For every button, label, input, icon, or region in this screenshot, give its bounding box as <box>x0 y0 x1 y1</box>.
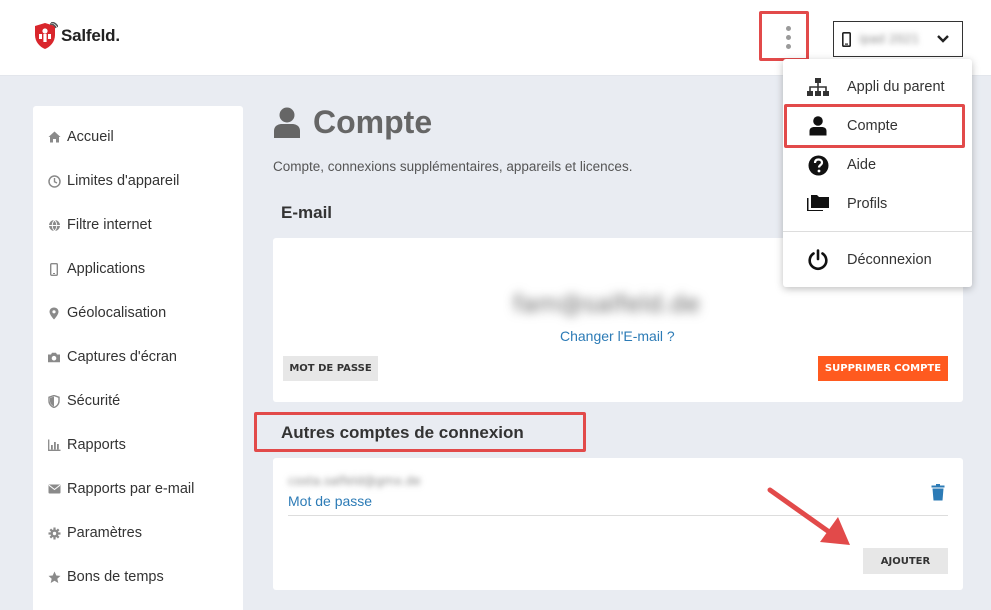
camera-icon <box>47 350 61 364</box>
chevron-down-icon <box>937 35 949 43</box>
salfeld-shield-icon <box>35 22 58 49</box>
sidebar-item-label: Sécurité <box>67 393 121 409</box>
more-menu-button[interactable] <box>773 22 803 52</box>
device-select[interactable]: ipad 2021 <box>833 21 963 57</box>
sidebar-item-limites[interactable]: Limites d'appareil <box>47 169 179 193</box>
envelope-icon <box>47 482 61 496</box>
sidebar-item-geolocalisation[interactable]: Géolocalisation <box>47 301 166 325</box>
gear-icon <box>47 526 61 540</box>
other-account-password-link[interactable]: Mot de passe <box>288 493 372 509</box>
menu-item-label: Aide <box>847 157 877 173</box>
page-title-text: Compte <box>313 104 433 140</box>
globe-icon <box>47 218 61 232</box>
trash-icon[interactable] <box>931 484 945 501</box>
page-title: Compte <box>273 104 432 141</box>
sidebar-item-accueil[interactable]: Accueil <box>47 125 114 149</box>
home-icon <box>47 130 61 144</box>
menu-divider <box>783 231 972 232</box>
sidebar-item-applications[interactable]: Applications <box>47 257 145 281</box>
smartphone-icon <box>842 31 851 47</box>
user-icon <box>274 107 300 138</box>
kebab-dot-icon <box>785 34 791 40</box>
sidebar-nav: Accueil Limites d'appareil Filtre intern… <box>33 106 243 610</box>
sidebar-item-label: Accueil <box>67 129 114 145</box>
salfeld-logo[interactable]: Salfeld. <box>32 22 120 50</box>
sitemap-icon <box>807 76 829 98</box>
phone-icon <box>47 262 61 276</box>
menu-item-label: Compte <box>847 118 898 134</box>
folders-icon <box>807 193 829 215</box>
sidebar-item-label: Applications <box>67 261 146 277</box>
page-description: Compte, connexions supplémentaires, appa… <box>273 159 633 174</box>
shield-icon <box>47 394 61 408</box>
sidebar-item-rapports-email[interactable]: Rapports par e-mail <box>47 477 194 501</box>
sidebar-item-rapports[interactable]: Rapports <box>47 433 126 457</box>
power-icon <box>807 249 829 271</box>
star-icon <box>47 570 61 584</box>
sidebar-item-label: Captures d'écran <box>67 349 177 365</box>
sidebar-item-securite[interactable]: Sécurité <box>47 389 120 413</box>
user-icon <box>807 115 829 137</box>
menu-item-profils[interactable]: Profils <box>783 189 972 219</box>
sidebar-item-parametres[interactable]: Paramètres <box>47 521 142 545</box>
sidebar-item-label: Filtre internet <box>67 217 152 233</box>
other-account-email: costa.salfeld@gmx.de <box>288 474 421 488</box>
map-pin-icon <box>47 306 61 320</box>
password-button[interactable]: MOT DE PASSE <box>283 356 378 381</box>
email-section-title: E-mail <box>281 203 333 222</box>
sidebar-item-captures[interactable]: Captures d'écran <box>47 345 177 369</box>
menu-item-label: Appli du parent <box>847 79 945 95</box>
kebab-dot-icon <box>785 43 791 49</box>
menu-item-appli-parent[interactable]: Appli du parent <box>783 72 972 102</box>
change-email-link[interactable]: Changer l'E-mail ? <box>560 328 675 344</box>
sidebar-item-label: Géolocalisation <box>67 305 167 321</box>
add-account-button[interactable]: AJOUTER <box>863 548 948 574</box>
menu-item-aide[interactable]: Aide <box>783 150 972 180</box>
device-name: ipad 2021 <box>859 32 920 46</box>
menu-item-compte[interactable]: Compte <box>783 111 972 141</box>
menu-item-deconnexion[interactable]: Déconnexion <box>783 245 972 275</box>
delete-account-button[interactable]: SUPPRIMER COMPTE <box>818 356 948 381</box>
clock-icon <box>47 174 61 188</box>
account-dropdown-menu: Appli du parent Compte Aide Profils Déco… <box>783 59 972 287</box>
kebab-dot-icon <box>785 25 791 31</box>
question-circle-icon <box>807 154 829 176</box>
account-email: fam@salfeld.de <box>513 290 701 318</box>
sidebar-item-label: Rapports par e-mail <box>67 481 195 497</box>
sidebar-item-bons[interactable]: Bons de temps <box>47 565 164 589</box>
annotation-arrow-icon <box>767 487 850 545</box>
menu-item-label: Déconnexion <box>847 252 932 268</box>
sidebar-item-label: Paramètres <box>67 525 142 541</box>
sidebar-item-label: Bons de temps <box>67 569 164 585</box>
other-accounts-title: Autres comptes de connexion <box>281 423 524 442</box>
logo-text: Salfeld. <box>61 26 120 45</box>
menu-item-label: Profils <box>847 196 888 212</box>
sidebar-item-label: Limites d'appareil <box>67 173 180 189</box>
sidebar-item-label: Rapports <box>67 437 126 453</box>
sidebar-item-filtre[interactable]: Filtre internet <box>47 213 152 237</box>
bar-chart-icon <box>47 438 61 452</box>
